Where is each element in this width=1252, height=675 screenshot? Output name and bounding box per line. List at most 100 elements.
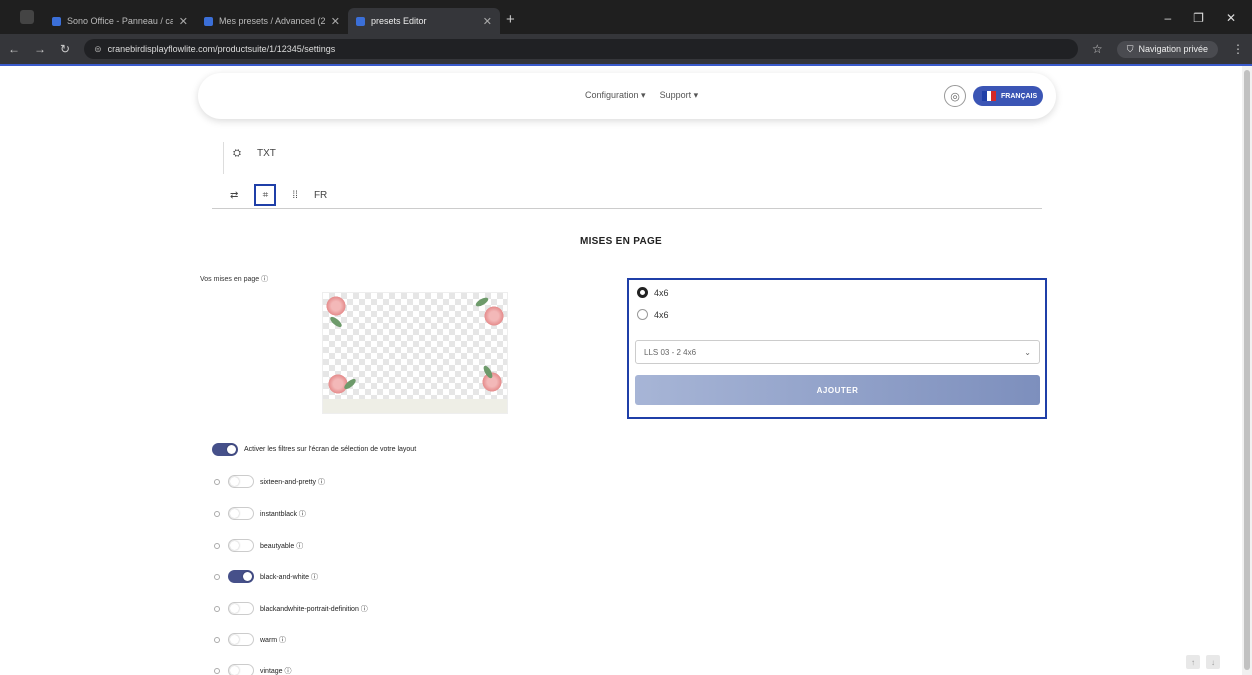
filter-label: sixteen-and-pretty ⓘ: [260, 478, 325, 486]
guest-profile-button[interactable]: ⛉ Navigation privée: [1116, 40, 1218, 58]
nav-item-configuration[interactable]: Configuration ▾: [585, 90, 646, 101]
restore-icon[interactable]: ❐: [1193, 11, 1204, 25]
radio-label: 4x6: [654, 309, 669, 320]
flower-decoration: [325, 295, 347, 317]
guest-label: Navigation privée: [1138, 44, 1208, 54]
filter-toggle[interactable]: [228, 570, 254, 583]
filter-row: black-and-white ⓘ: [214, 570, 318, 583]
filter-toggle[interactable]: [228, 507, 254, 520]
filter-toggle[interactable]: [228, 602, 254, 615]
filter-row: instantblack ⓘ: [214, 507, 306, 520]
tab-close-icon[interactable]: ✕: [483, 15, 492, 28]
toolbar-primary: ⛭ TXT: [223, 142, 276, 174]
filter-toggle[interactable]: [228, 633, 254, 646]
select-value: LLS 03 - 2 4x6: [644, 347, 697, 357]
filter-toggle[interactable]: [228, 539, 254, 552]
layout-tool-button-selected[interactable]: ⌗: [254, 184, 277, 206]
drag-handle-icon[interactable]: [214, 667, 220, 674]
drag-handle-icon[interactable]: [214, 542, 220, 549]
address-bar[interactable]: ⊜ cranebirdisplayflowlite.com/productsui…: [84, 39, 1078, 59]
nav-item-support[interactable]: Support ▾: [660, 90, 699, 101]
flower-decoration: [483, 305, 505, 327]
preview-footer-strip: [323, 399, 507, 413]
filter-row: blackandwhite-portrait-definition ⓘ: [214, 602, 368, 615]
browser-tab-1[interactable]: Sono Office - Panneau / cabinet ✕: [44, 8, 196, 34]
drag-handle-icon[interactable]: [214, 478, 220, 485]
layout-select[interactable]: LLS 03 - 2 4x6 ⌄: [635, 340, 1040, 364]
floating-scroll-buttons: ↑ ↓: [1186, 655, 1220, 669]
favicon-icon: [204, 16, 213, 26]
tab-title: Sono Office - Panneau / cabinet: [67, 16, 173, 26]
minimize-icon[interactable]: –: [1164, 11, 1171, 25]
chevron-down-icon: ⌄: [1024, 347, 1031, 357]
tab-close-icon[interactable]: ✕: [179, 15, 188, 28]
incognito-icon: ⛉: [1126, 43, 1134, 54]
back-icon[interactable]: ←: [8, 42, 20, 56]
window-menu-icon[interactable]: [20, 10, 34, 24]
layout-preview-image[interactable]: [322, 292, 508, 414]
toolbar-secondary: ⇄ ⌗ ⁞⁞ FR: [230, 184, 327, 206]
close-window-icon[interactable]: ✕: [1226, 11, 1236, 25]
scroll-down-icon[interactable]: ↓: [1206, 655, 1220, 669]
top-navigation: Configuration ▾ Support ▾ ◎ FRANÇAIS: [198, 73, 1056, 119]
filter-label: vintage ⓘ: [260, 667, 292, 675]
section-divider: [212, 208, 1042, 209]
layouts-label: Vos mises en page ⓘ: [200, 276, 269, 283]
browser-tab-2[interactable]: Mes presets / Advanced (24) ✕: [196, 8, 348, 34]
filter-label: warm ⓘ: [260, 636, 287, 644]
leaf-decoration: [328, 315, 344, 329]
window-controls: – ❐ ✕: [1164, 11, 1252, 34]
filter-row: vintage ⓘ: [214, 664, 292, 675]
favicon-icon: [356, 16, 365, 26]
nav-menu: Configuration ▾ Support ▾: [585, 90, 698, 101]
drag-handle-icon[interactable]: [214, 510, 220, 517]
tab-title: Mes presets / Advanced (24): [219, 16, 325, 26]
drag-handle-icon[interactable]: [214, 573, 220, 580]
filters-master-toggle-row: Activer les filtres sur l'écran de sélec…: [212, 443, 416, 456]
grid-tool-icon[interactable]: ⁞⁞: [292, 190, 298, 201]
page-title: MISES EN PAGE: [579, 236, 663, 247]
site-info-icon[interactable]: ⊜: [94, 44, 102, 55]
browser-toolbar: ← → ↻ ⊜ cranebirdisplayflowlite.com/prod…: [0, 34, 1252, 64]
radio-selected-icon[interactable]: [637, 287, 648, 298]
language-tool-button[interactable]: FR: [314, 190, 327, 201]
tab-close-icon[interactable]: ✕: [331, 15, 340, 28]
filter-label: blackandwhite-portrait-definition ⓘ: [260, 605, 368, 613]
radio-option-1[interactable]: 4x6: [637, 287, 669, 298]
filter-row: warm ⓘ: [214, 633, 286, 646]
filter-toggle[interactable]: [228, 664, 254, 675]
swap-tool-icon[interactable]: ⇄: [230, 190, 238, 201]
new-tab-button[interactable]: +: [506, 11, 515, 28]
filter-label: beautyable ⓘ: [260, 542, 304, 550]
language-button[interactable]: FRANÇAIS: [973, 86, 1043, 106]
drag-handle-icon[interactable]: [214, 605, 220, 612]
language-label: FRANÇAIS: [1001, 92, 1038, 100]
url-text: cranebirdisplayflowlite.com/productsuite…: [107, 44, 336, 54]
filter-toggle[interactable]: [228, 475, 254, 488]
drag-handle-icon[interactable]: [214, 636, 220, 643]
radio-option-2[interactable]: 4x6: [637, 309, 669, 320]
browser-tabbar: Sono Office - Panneau / cabinet ✕ Mes pr…: [0, 0, 1252, 34]
tab-title: presets Editor: [371, 16, 427, 26]
page-scrollbar[interactable]: [1242, 66, 1252, 675]
page-content: Configuration ▾ Support ▾ ◎ FRANÇAIS ⛭ T…: [0, 66, 1242, 675]
browser-menu-icon[interactable]: ⋮: [1232, 42, 1244, 56]
scrollbar-thumb[interactable]: [1244, 70, 1250, 670]
filter-label: black-and-white ⓘ: [260, 573, 318, 581]
forward-icon[interactable]: →: [34, 42, 46, 56]
user-account-icon[interactable]: ◎: [944, 85, 966, 107]
add-layout-button[interactable]: AJOUTER: [635, 375, 1040, 405]
radio-label: 4x6: [654, 287, 669, 298]
bookmark-star-icon[interactable]: ☆: [1092, 42, 1103, 56]
scroll-up-icon[interactable]: ↑: [1186, 655, 1200, 669]
settings-tool-icon[interactable]: ⛭: [233, 148, 241, 159]
reload-icon[interactable]: ↻: [60, 42, 70, 56]
filters-master-toggle[interactable]: [212, 443, 238, 456]
text-tool-button[interactable]: TXT: [257, 148, 276, 159]
favicon-icon: [52, 16, 61, 26]
filters-master-label: Activer les filtres sur l'écran de sélec…: [244, 446, 417, 453]
french-flag-icon: [982, 91, 997, 101]
radio-unselected-icon[interactable]: [637, 309, 648, 320]
browser-tab-3[interactable]: presets Editor ✕: [348, 8, 500, 34]
filter-row: sixteen-and-pretty ⓘ: [214, 475, 325, 488]
